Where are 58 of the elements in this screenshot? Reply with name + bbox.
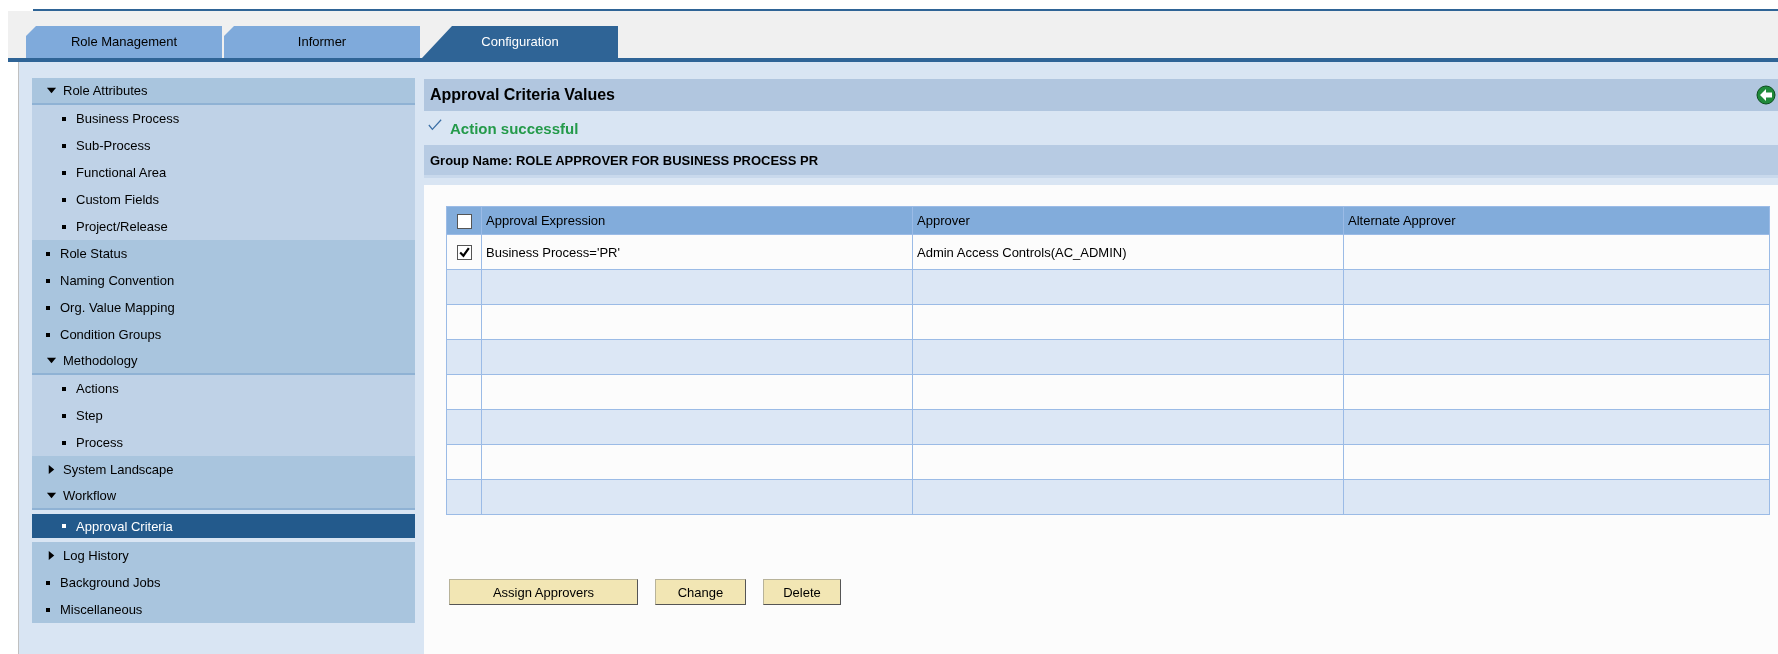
- sidebar-item[interactable]: Sub-Process: [32, 132, 415, 159]
- sidebar-item[interactable]: Project/Release: [32, 213, 415, 240]
- action-button[interactable]: Change: [655, 579, 746, 605]
- sidebar-item[interactable]: Naming Convention: [32, 267, 415, 294]
- bullet-icon: [62, 440, 66, 445]
- sidebar-item[interactable]: Approval Criteria: [32, 514, 415, 538]
- tab[interactable]: Informer: [224, 26, 420, 58]
- bullet-icon: [46, 251, 50, 256]
- sidebar-item[interactable]: Log History: [32, 542, 415, 569]
- sidebar-item[interactable]: System Landscape: [32, 456, 415, 483]
- sidebar-item[interactable]: Role Status: [32, 240, 415, 267]
- bullet-icon: [46, 580, 50, 585]
- table-cell: Business Process='PR': [481, 234, 913, 270]
- sidebar-item[interactable]: Background Jobs: [32, 569, 415, 596]
- sidebar-item[interactable]: Role Attributes: [32, 78, 415, 105]
- bullet-icon: [62, 224, 66, 229]
- column-header: Approval Expression: [481, 206, 913, 235]
- bullet-icon: [62, 524, 66, 528]
- check-icon: [428, 118, 442, 132]
- bullet-icon: [46, 305, 50, 310]
- sidebar-item[interactable]: Condition Groups: [32, 321, 415, 348]
- sidebar-item[interactable]: Functional Area: [32, 159, 415, 186]
- tab[interactable]: Configuration: [422, 26, 618, 58]
- back-icon[interactable]: [1756, 85, 1776, 105]
- bullet-icon: [62, 170, 66, 175]
- sidebar-item[interactable]: Actions: [32, 375, 415, 402]
- caret-icon: [46, 490, 57, 501]
- sidebar-item[interactable]: Workflow: [32, 483, 415, 510]
- sidebar-item[interactable]: Process: [32, 429, 415, 456]
- caret-icon: [46, 550, 57, 561]
- checkbox[interactable]: [456, 213, 472, 229]
- checkbox[interactable]: [456, 245, 472, 261]
- sidebar-item[interactable]: Miscellaneous: [32, 596, 415, 623]
- bullet-icon: [46, 278, 50, 283]
- caret-icon: [46, 85, 57, 96]
- sidebar-item[interactable]: Org. Value Mapping: [32, 294, 415, 321]
- bullet-icon: [46, 332, 50, 337]
- caret-icon: [46, 464, 57, 475]
- action-button[interactable]: Assign Approvers: [449, 579, 638, 605]
- tab[interactable]: Role Management: [26, 26, 222, 58]
- page-title: Approval Criteria Values: [430, 86, 615, 104]
- bullet-icon: [62, 386, 66, 391]
- sidebar-item[interactable]: Methodology: [32, 348, 415, 375]
- table-cell: Admin Access Controls(AC_ADMIN): [912, 234, 1344, 270]
- caret-icon: [46, 355, 57, 366]
- bullet-icon: [62, 116, 66, 121]
- action-button[interactable]: Delete: [763, 579, 841, 605]
- bullet-icon: [62, 197, 66, 202]
- sidebar-item[interactable]: Business Process: [32, 105, 415, 132]
- bullet-icon: [62, 143, 66, 148]
- bullet-icon: [46, 607, 50, 612]
- bullet-icon: [62, 413, 66, 418]
- column-header: Alternate Approver: [1343, 206, 1770, 235]
- sidebar-item[interactable]: Custom Fields: [32, 186, 415, 213]
- sidebar-item[interactable]: Step: [32, 402, 415, 429]
- success-message: Action successful: [450, 119, 579, 137]
- group-name: Group Name: ROLE APPROVER FOR BUSINESS PROCESS PR: [430, 152, 819, 168]
- column-header: Approver: [912, 206, 1344, 235]
